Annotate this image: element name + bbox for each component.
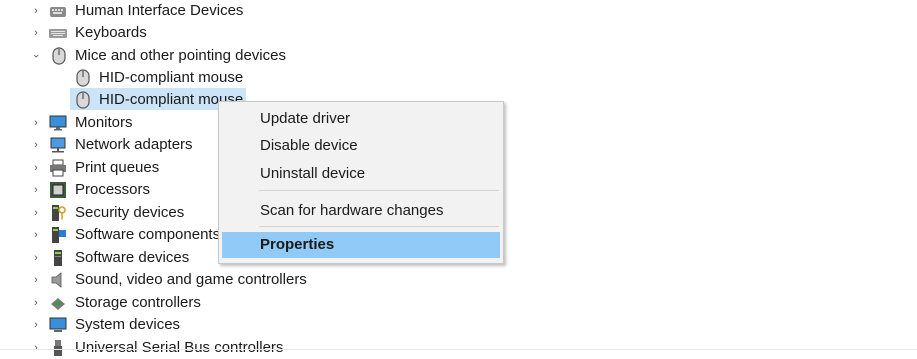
chevron-right-icon[interactable]: › <box>30 5 42 17</box>
system-device-icon <box>49 317 67 332</box>
usb-icon <box>54 340 62 356</box>
tree-item-label: Security devices <box>75 204 185 221</box>
chevron-right-icon[interactable]: › <box>30 117 42 129</box>
tree-item-label: Keyboards <box>75 24 147 41</box>
chevron-right-icon[interactable]: › <box>30 207 42 219</box>
menu-item-uninstall-device[interactable]: Uninstall device <box>219 161 503 187</box>
mouse-icon <box>76 91 90 109</box>
menu-item-label: Uninstall device <box>260 165 366 182</box>
tree-item-label: Human Interface Devices <box>75 2 244 19</box>
network-adapter-icon <box>50 137 66 153</box>
tree-item-label: Processors <box>75 181 151 198</box>
software-component-icon <box>52 227 66 243</box>
menu-separator <box>259 190 499 191</box>
mouse-icon <box>76 69 90 87</box>
keyboard-icon <box>49 29 67 38</box>
tree-item-label: HID-compliant mouse <box>99 69 244 86</box>
monitor-icon <box>49 115 67 131</box>
tree-item-label: Network adapters <box>75 136 193 153</box>
chevron-down-icon[interactable]: › <box>30 50 42 62</box>
chevron-right-icon[interactable]: › <box>30 184 42 196</box>
tree-item-label: Software components <box>75 226 221 243</box>
storage-controller-icon <box>51 298 65 310</box>
chevron-right-icon[interactable]: › <box>30 139 42 151</box>
tree-item-label: Mice and other pointing devices <box>75 47 286 64</box>
chevron-right-icon[interactable]: › <box>30 27 42 39</box>
chevron-right-icon[interactable]: › <box>30 229 42 241</box>
menu-separator <box>259 226 499 227</box>
tree-item-label: Storage controllers <box>75 294 201 311</box>
context-menu: Update driver Disable device Uninstall d… <box>218 101 504 264</box>
menu-item-label: Scan for hardware changes <box>260 202 444 219</box>
chevron-right-icon[interactable]: › <box>30 342 42 354</box>
chevron-right-icon[interactable]: › <box>30 274 42 286</box>
chevron-right-icon[interactable]: › <box>30 297 42 309</box>
chevron-right-icon[interactable]: › <box>30 252 42 264</box>
divider <box>0 349 917 350</box>
menu-item-scan-for-hardware-changes[interactable]: Scan for hardware changes <box>219 198 503 224</box>
hid-icon <box>50 7 66 17</box>
menu-item-update-driver[interactable]: Update driver <box>219 106 503 132</box>
security-device-icon <box>52 205 66 221</box>
menu-item-label: Properties <box>260 236 335 253</box>
tree-item-label: Software devices <box>75 249 190 266</box>
tree-item-label: Universal Serial Bus controllers <box>75 339 284 356</box>
menu-item-label: Disable device <box>260 137 358 154</box>
chevron-right-icon[interactable]: › <box>30 319 42 331</box>
menu-item-disable-device[interactable]: Disable device <box>219 133 503 159</box>
tree-item-label: Monitors <box>75 114 133 131</box>
tree-item-label: Print queues <box>75 159 160 176</box>
tree-item-label: System devices <box>75 316 181 333</box>
printer-icon <box>50 159 66 177</box>
menu-item-label: Update driver <box>260 110 351 127</box>
speaker-icon <box>51 272 62 288</box>
menu-item-properties[interactable]: Properties <box>222 232 500 258</box>
tree-item-label: Sound, video and game controllers <box>75 271 307 288</box>
software-device-icon <box>54 250 62 266</box>
chevron-right-icon[interactable]: › <box>30 162 42 174</box>
mouse-icon <box>52 47 66 65</box>
processor-icon <box>50 182 66 198</box>
